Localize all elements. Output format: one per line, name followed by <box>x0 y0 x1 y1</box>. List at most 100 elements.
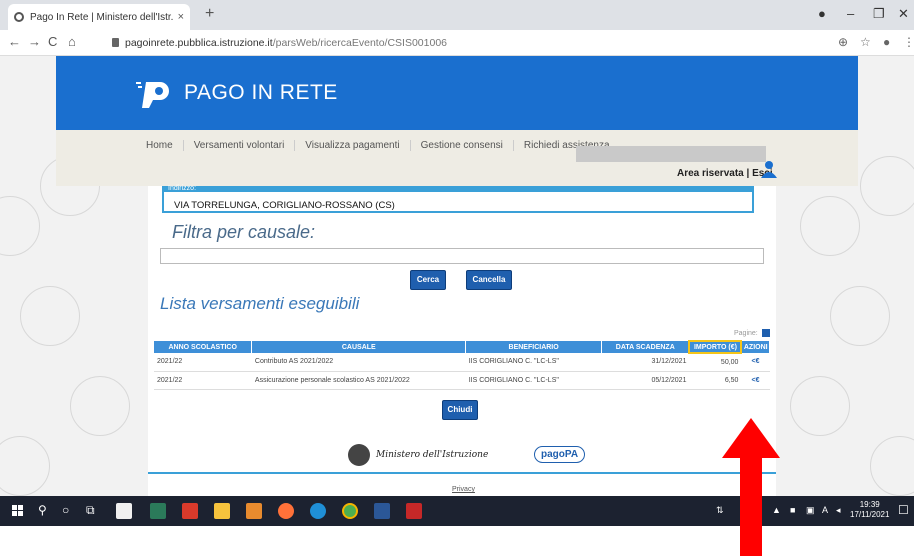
chiudi-button[interactable]: Chiudi <box>442 400 478 420</box>
bookmark-star-icon[interactable]: ☆ <box>860 35 871 49</box>
versamenti-table: ANNO SCOLASTICO CAUSALE BENEFICIARIO DAT… <box>154 340 771 390</box>
bg-circle <box>0 436 50 496</box>
back-icon[interactable]: ← <box>8 34 21 49</box>
pago-logo-icon <box>136 82 169 108</box>
store-icon[interactable] <box>116 503 132 519</box>
minimize-icon[interactable]: – <box>847 6 854 21</box>
col-importo[interactable]: IMPORTO (€) <box>688 340 743 354</box>
cell-scadenza: 05/12/2021 <box>601 371 690 390</box>
indirizzo-box: Indirizzo: VIA TORRELUNGA, CORIGLIANO-RO… <box>162 185 754 213</box>
tray-icon[interactable]: ▣ <box>806 505 815 516</box>
cell-causale: Contributo AS 2021/2022 <box>251 353 466 372</box>
lock-icon[interactable] <box>112 38 119 47</box>
pagination: Pagine: <box>734 329 770 337</box>
table-row: 2021/22 Assicurazione personale scolasti… <box>154 371 770 390</box>
browser-tabbar: Pago In Rete | Ministero dell'Istr... × … <box>0 0 914 30</box>
indirizzo-label: Indirizzo: <box>168 185 197 192</box>
main-menu: Home Versamenti volontari Visualizza pag… <box>136 140 620 151</box>
site-menubar: Home Versamenti volontari Visualizza pag… <box>56 130 858 186</box>
app-icon[interactable] <box>150 503 166 519</box>
user-icon[interactable] <box>761 160 777 178</box>
menu-dots-icon[interactable]: ⋮ <box>903 35 914 49</box>
url-field[interactable]: pagoinrete.pubblica.istruzione.it/parsWe… <box>125 37 447 49</box>
main-content: Indirizzo: VIA TORRELUNGA, CORIGLIANO-RO… <box>148 185 776 496</box>
redacted-username <box>576 146 766 162</box>
browser-addressbar: ← → C ⌂ pagoinrete.pubblica.istruzione.i… <box>0 30 914 56</box>
red-arrow-annotation <box>722 418 780 556</box>
cell-anno: 2021/22 <box>154 353 252 372</box>
pago-in-rete-logo[interactable]: PAGO IN RETE <box>136 76 338 110</box>
area-riservata-link[interactable]: Area riservata | Esci <box>677 168 773 179</box>
firefox-icon[interactable] <box>278 503 294 519</box>
task-view-icon[interactable]: ⧉ <box>86 503 95 518</box>
close-window-icon[interactable]: ✕ <box>898 6 909 22</box>
col-anno-scolastico[interactable]: ANNO SCOLASTICO <box>154 341 253 353</box>
edge-icon[interactable] <box>310 503 326 519</box>
col-beneficiario[interactable]: BENEFICIARIO <box>465 341 603 353</box>
page-1-button[interactable] <box>761 329 770 337</box>
tray-icon[interactable]: ■ <box>790 505 795 515</box>
cell-beneficiario: IIS CORIGLIANO C. "LC-LS" <box>465 371 602 390</box>
causale-filter-input[interactable] <box>160 248 764 264</box>
privacy-link[interactable]: Privacy <box>452 486 475 493</box>
cerca-button[interactable]: Cerca <box>410 270 446 290</box>
word-icon[interactable] <box>374 503 390 519</box>
table-header-row: ANNO SCOLASTICO CAUSALE BENEFICIARIO DAT… <box>154 340 771 354</box>
acrobat-icon[interactable] <box>182 503 198 519</box>
search-icon[interactable]: ⚲ <box>38 503 47 517</box>
browser-tab[interactable]: Pago In Rete | Ministero dell'Istr... × <box>8 4 190 30</box>
bg-circle <box>800 196 860 256</box>
pdf-icon[interactable] <box>406 503 422 519</box>
bg-circle <box>70 376 130 436</box>
col-causale[interactable]: CAUSALE <box>251 341 467 353</box>
menu-item-gestione-consensi[interactable]: Gestione consensi <box>411 140 514 151</box>
volume-icon[interactable]: ◂ <box>836 505 841 516</box>
language-icon[interactable]: A <box>822 505 828 515</box>
reload-icon[interactable]: C <box>48 34 57 49</box>
republic-emblem-icon <box>348 444 370 466</box>
menu-item-visualizza-pagamenti[interactable]: Visualizza pagamenti <box>295 140 411 151</box>
file-explorer-icon[interactable] <box>214 503 230 519</box>
taskbar-clock[interactable]: 19:39 17/11/2021 <box>850 500 889 520</box>
maximize-icon[interactable]: ❐ <box>873 6 885 22</box>
bg-circle <box>870 436 914 496</box>
home-icon[interactable]: ⌂ <box>68 34 76 49</box>
cell-causale: Assicurazione personale scolastico AS 20… <box>251 371 466 390</box>
tab-close-icon[interactable]: × <box>178 11 184 23</box>
pay-action-button[interactable]: <€ <box>741 371 770 390</box>
zoom-icon[interactable]: ⊕ <box>838 35 848 49</box>
site-header: PAGO IN RETE <box>56 56 858 130</box>
cell-scadenza: 31/12/2021 <box>601 353 690 372</box>
new-tab-button[interactable]: + <box>205 5 214 23</box>
cell-importo: 50,00 <box>689 353 742 372</box>
cancella-button[interactable]: Cancella <box>466 270 512 290</box>
profile-dot-icon[interactable]: ● <box>818 6 826 21</box>
app-icon[interactable] <box>246 503 262 519</box>
chrome-icon[interactable] <box>342 503 358 519</box>
cell-beneficiario: IIS CORIGLIANO C. "LC-LS" <box>465 353 602 372</box>
ministero-logo[interactable]: Ministero dell'Istruzione <box>348 444 498 466</box>
table-row: 2021/22 Contributo AS 2021/2022 IIS CORI… <box>154 353 770 372</box>
footer-divider <box>148 472 776 474</box>
cell-anno: 2021/22 <box>154 371 252 390</box>
cell-importo: 6,50 <box>689 371 742 390</box>
filter-heading: Filtra per causale: <box>172 222 316 242</box>
bg-circle <box>860 156 914 216</box>
menu-item-versamenti-volontari[interactable]: Versamenti volontari <box>184 140 296 151</box>
clock-date: 17/11/2021 <box>850 510 890 519</box>
cortana-icon[interactable]: ○ <box>62 503 69 517</box>
forward-icon[interactable]: → <box>28 34 41 49</box>
menu-item-home[interactable]: Home <box>136 140 184 151</box>
notification-icon[interactable]: ☐ <box>898 503 909 517</box>
pay-action-button[interactable]: <€ <box>741 353 770 372</box>
pagination-label: Pagine: <box>734 329 758 337</box>
profile-icon[interactable]: ● <box>883 35 890 49</box>
lista-heading: Lista versamenti eseguibili <box>160 294 360 313</box>
logo-text: PAGO IN RETE <box>184 81 338 104</box>
clock-time: 19:39 <box>859 500 880 509</box>
windows-start-icon[interactable] <box>12 505 24 517</box>
col-data-scadenza[interactable]: DATA SCADENZA <box>601 341 690 353</box>
col-azioni: AZIONI <box>741 341 771 353</box>
pagopa-logo[interactable]: pagoPA <box>534 446 586 463</box>
bg-circle <box>0 196 40 256</box>
